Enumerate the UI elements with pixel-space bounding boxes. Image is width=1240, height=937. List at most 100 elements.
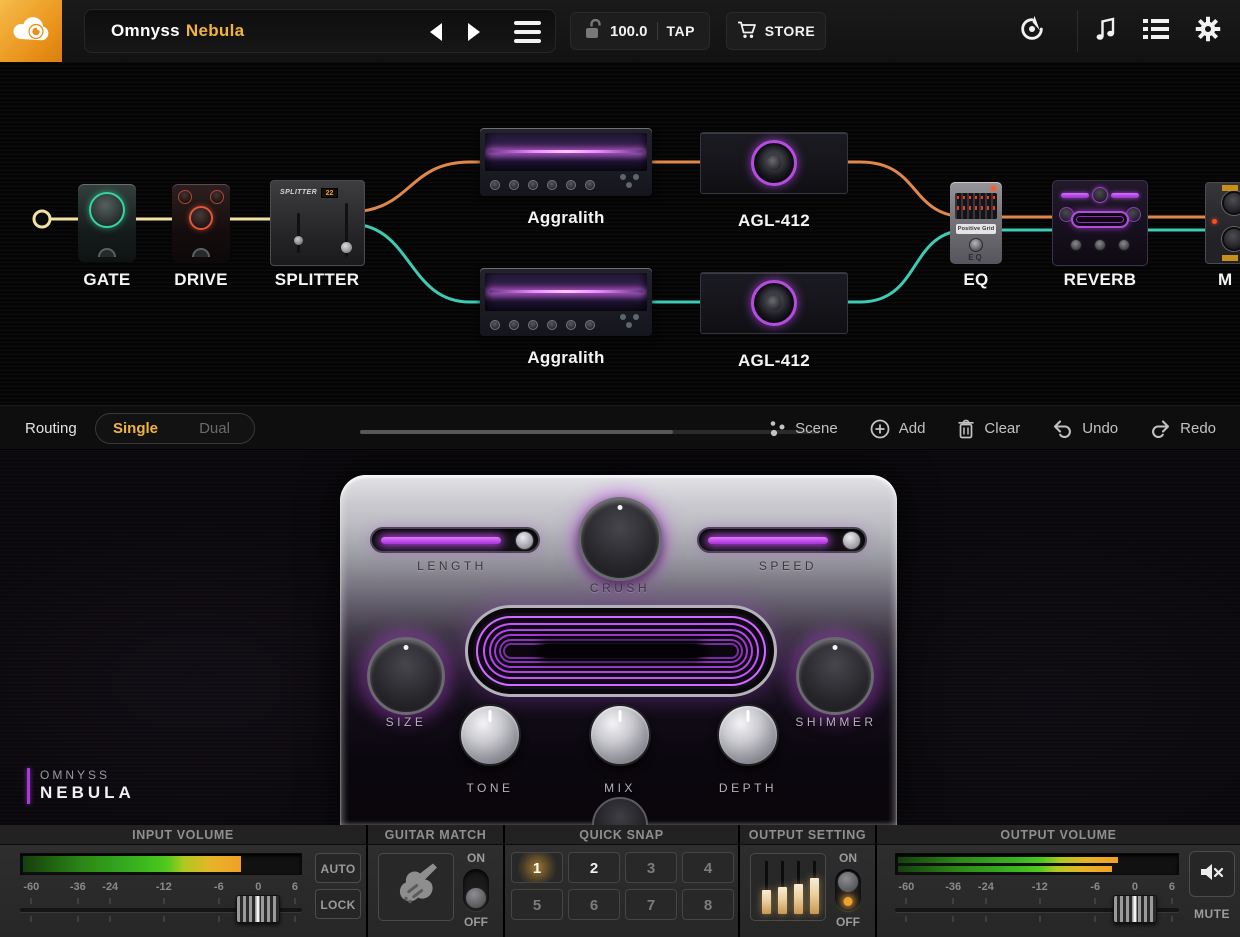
amp-bottom[interactable] [480, 268, 652, 336]
output-setting-button[interactable] [750, 853, 826, 921]
quick-snap-8[interactable]: 8 [682, 889, 734, 920]
plus-circle-icon [870, 419, 890, 439]
settings-button[interactable] [1188, 12, 1228, 50]
output-setting-toggle[interactable] [835, 869, 861, 911]
history-button[interactable] [1012, 12, 1052, 50]
reverb-slider-left [1061, 193, 1089, 198]
mute-button[interactable] [1189, 851, 1235, 897]
preset-menu-icon[interactable] [514, 21, 541, 43]
tempo-divider [657, 22, 658, 40]
chain-scrollbar[interactable] [360, 430, 820, 434]
pedal-editor-stage: OMNYSS NEBULA LENGTH SPEED CRUSH SIZE SH… [0, 450, 1240, 825]
redo-button[interactable]: Redo [1150, 419, 1216, 438]
eq-pedal[interactable]: Positive Grid EQ [950, 182, 1002, 264]
guitar-match-toggle[interactable] [463, 869, 489, 911]
guitar-match-toggle-knob[interactable] [465, 887, 487, 909]
cab-top-speaker [751, 140, 797, 186]
jam-tracks-button[interactable] [1086, 12, 1126, 50]
tempo-control[interactable]: 100.0 TAP [570, 12, 710, 50]
gate-pedal[interactable] [78, 184, 136, 262]
drive-pedal[interactable] [172, 184, 230, 262]
quick-snap-4[interactable]: 4 [682, 852, 734, 883]
store-button[interactable]: STORE [726, 12, 826, 50]
routing-mode-single[interactable]: Single [96, 420, 175, 437]
output-setting-indicator [844, 897, 853, 906]
app-logo-button[interactable] [0, 0, 62, 62]
depth-knob[interactable] [717, 704, 779, 766]
length-label: LENGTH [417, 559, 487, 573]
output-volume-slider-handle[interactable] [1113, 895, 1157, 923]
redo-icon [1150, 419, 1171, 438]
crush-label: CRUSH [590, 581, 650, 595]
quick-snap-3[interactable]: 3 [625, 852, 677, 883]
size-knob[interactable] [367, 637, 445, 715]
amp-top-label: Aggralith [480, 208, 652, 228]
guitar-match-title: GUITAR MATCH [368, 825, 503, 845]
setlist-button[interactable] [1136, 12, 1176, 50]
guitar-match-off-label: OFF [456, 915, 496, 929]
routing-mode-toggle[interactable]: Single Dual [95, 413, 255, 444]
add-button[interactable]: Add [870, 419, 926, 439]
mix-label: MIX [604, 781, 636, 795]
nebula-pedal: LENGTH SPEED CRUSH SIZE SHIMMER TONE MIX… [340, 475, 897, 825]
cloud-logo-icon [10, 8, 52, 55]
tap-tempo-button[interactable]: TAP [667, 23, 695, 39]
preset-name: Nebula [186, 21, 244, 40]
input-volume-slider-handle[interactable] [236, 895, 280, 923]
eq-led [991, 186, 996, 191]
reverb-slider-right [1111, 193, 1139, 198]
undo-icon [1052, 419, 1073, 438]
mixer-knob-bottom [1222, 227, 1240, 251]
scene-button[interactable]: Scene [769, 419, 838, 438]
quick-snap-5[interactable]: 5 [511, 889, 563, 920]
amp-top[interactable] [480, 128, 652, 196]
preset-selector[interactable]: OmnyssNebula [84, 9, 556, 53]
mixer-tag-bottom [1222, 255, 1238, 261]
history-icon [1018, 15, 1046, 48]
speed-slider-handle[interactable] [842, 531, 861, 550]
length-slider-handle[interactable] [515, 531, 534, 550]
speed-label: SPEED [759, 559, 817, 573]
output-setting-on-label: ON [828, 851, 868, 865]
reverb-display [1071, 211, 1129, 228]
auto-button[interactable]: AUTO [315, 853, 361, 883]
guitar-icon [389, 858, 443, 917]
quick-snap-2[interactable]: 2 [568, 852, 620, 883]
speaker-mute-icon [1199, 861, 1225, 888]
cab-bottom[interactable] [700, 272, 848, 334]
mixer-device[interactable] [1205, 182, 1240, 264]
guitar-match-on-label: ON [456, 851, 496, 865]
topbar-divider [1077, 10, 1078, 52]
shimmer-knob[interactable] [796, 637, 874, 715]
gate-footswitch [98, 248, 116, 257]
clear-button[interactable]: Clear [957, 419, 1020, 439]
preset-title: OmnyssNebula [85, 21, 244, 41]
routing-mode-dual[interactable]: Dual [175, 420, 254, 437]
input-scale: -60-36-24-12-606 [20, 881, 302, 895]
previous-preset-button[interactable] [430, 23, 442, 41]
reverb-pedal[interactable] [1052, 180, 1148, 266]
mix-knob[interactable] [589, 704, 651, 766]
lock-button[interactable]: LOCK [315, 889, 361, 919]
speed-slider[interactable] [697, 527, 867, 553]
chain-scrollbar-thumb[interactable] [360, 430, 673, 434]
pedal-footswitch[interactable] [592, 797, 648, 825]
input-volume-section: INPUT VOLUME -60-36-24-12-606 AUTO LOCK [0, 825, 366, 937]
cab-top[interactable] [700, 132, 848, 194]
crush-knob[interactable] [578, 497, 662, 581]
output-setting-toggle-knob[interactable] [837, 871, 859, 893]
app-window: OmnyssNebula 100.0 TAP STORE [0, 0, 1240, 937]
guitar-match-button[interactable] [378, 853, 454, 921]
length-slider[interactable] [370, 527, 540, 553]
tone-knob[interactable] [459, 704, 521, 766]
tone-label: TONE [466, 781, 513, 795]
undo-button[interactable]: Undo [1052, 419, 1118, 438]
quick-snap-7[interactable]: 7 [625, 889, 677, 920]
reverb-knobs [1070, 239, 1130, 251]
input-node [34, 211, 50, 227]
quick-snap-1[interactable]: 1 [511, 852, 563, 883]
splitter-device[interactable]: SPLITTER 22 [270, 180, 365, 266]
next-preset-button[interactable] [468, 23, 480, 41]
quick-snap-6[interactable]: 6 [568, 889, 620, 920]
cart-icon [737, 21, 757, 42]
